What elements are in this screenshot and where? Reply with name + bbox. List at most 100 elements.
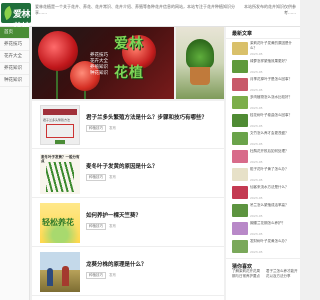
article-thumbnail[interactable] <box>232 42 248 55</box>
article-thumbnail[interactable] <box>232 222 248 235</box>
article-tag[interactable]: 种植技巧 <box>86 223 106 230</box>
article-meta: 种植技巧 发布 <box>86 174 116 181</box>
banner-title: 爱林 花植 <box>114 37 144 81</box>
article-thumbnail[interactable] <box>232 204 248 217</box>
article-item[interactable]: 麦冬叶子发黄？一般分有点 麦冬叶子发黄的原因是什么？ 种植技巧 发布 <box>32 150 224 198</box>
recommend-link[interactable]: 了解茉莉花开花周期与日常养护要点 <box>232 269 262 279</box>
latest-article-date: 2023-05 <box>250 178 263 182</box>
latest-article-title[interactable]: 文竹怎么养才会更茂盛？ <box>250 131 296 142</box>
latest-article-item[interactable]: 杜鹃花开败后如何处理？ 2023-05 <box>232 149 298 165</box>
article-title[interactable]: 龙葵分株的原理是什么？ <box>86 262 147 269</box>
article-thumbnail[interactable]: 轻松养花 <box>40 203 80 243</box>
latest-article-title[interactable]: 桂花树叶子卷曲怎么回事？ <box>250 113 296 124</box>
article-meta-text: 发布 <box>109 273 117 277</box>
latest-article-title[interactable]: 茉莉花叶子发黄的原因是什么？ <box>250 41 296 52</box>
latest-article-date: 2023-05 <box>250 52 263 56</box>
article-tag[interactable]: 种植技巧 <box>86 272 106 279</box>
latest-article-item[interactable]: 吊兰怎么繁殖成活率高？ 2023-05 <box>232 203 298 219</box>
article-thumbnail[interactable] <box>232 150 248 163</box>
article-title[interactable]: 如何养护一棵天竺葵？ <box>86 213 141 220</box>
article-thumbnail[interactable] <box>232 96 248 109</box>
nav-item-encyclopedia[interactable]: 花卉大全 <box>0 51 29 63</box>
article-thumbnail[interactable] <box>232 60 248 73</box>
latest-article-item[interactable]: 月季花掉叶子是怎么回事？ 2023-05 <box>232 77 298 93</box>
article-thumbnail[interactable] <box>232 114 248 127</box>
article-thumbnail[interactable] <box>40 252 80 292</box>
article-thumbnail[interactable] <box>232 78 248 91</box>
latest-article-date: 2023-05 <box>250 160 263 164</box>
stem-decoration <box>56 67 58 99</box>
latest-article-date: 2023-05 <box>250 214 263 218</box>
latest-article-date: 2023-05 <box>250 142 263 146</box>
latest-article-item[interactable]: 桂花树叶子卷曲怎么回事？ 2023-05 <box>232 113 298 129</box>
nav-item-tips[interactable]: 养花技巧 <box>0 39 29 51</box>
article-thumbnail[interactable] <box>232 186 248 199</box>
nav-item-home[interactable]: 首页 <box>0 27 29 39</box>
latest-article-item[interactable]: 茉莉花叶子发黄的原因是什么？ 2023-05 <box>232 41 298 57</box>
nav-item-planting[interactable]: 种花知识 <box>0 75 29 87</box>
thumb-caption: 轻松养花 <box>42 218 74 227</box>
recommend-link[interactable]: 君子兰怎么养才能开花以及方法分享 <box>266 269 298 279</box>
latest-article-item[interactable]: 绿萝怎样繁殖效果更好？ 2023-05 <box>232 59 298 75</box>
banner-title-line2: 花植 <box>114 65 144 81</box>
latest-article-item[interactable]: 文竹怎么养才会更茂盛？ 2023-05 <box>232 131 298 147</box>
latest-article-title[interactable]: 多肉植物怎么浇水比较好？ <box>250 95 296 106</box>
grass-image <box>46 162 74 192</box>
latest-article-date: 2023-05 <box>250 196 263 200</box>
plant-image <box>186 39 214 69</box>
person-figure <box>62 266 69 286</box>
latest-article-date: 2023-05 <box>250 250 263 254</box>
person-figure <box>47 268 53 286</box>
article-item[interactable]: 龙葵分株的原理是什么？ 种植技巧 发布 <box>32 248 224 296</box>
latest-article-title[interactable]: 杜鹃花开败后如何处理？ <box>250 149 296 160</box>
pot-image <box>190 67 210 85</box>
article-thumbnail[interactable] <box>232 168 248 181</box>
article-title[interactable]: 君子兰多头繁殖方法是什么？步骤和技巧有哪些？ <box>86 115 207 122</box>
latest-article-date: 2023-05 <box>250 106 263 110</box>
hero-banner[interactable]: 爱林 花植 养花技巧 花卉大全 养殖知识 种花知识 <box>32 27 174 99</box>
latest-article-date: 2023-05 <box>250 232 263 236</box>
nav-item-knowledge[interactable]: 养花知识 <box>0 63 29 75</box>
thumb-frame <box>46 124 74 138</box>
top-bar: 爱林花植 爱林花植是一个关于花卉、养花、花卉常识、花卉介绍、养殖等各种花卉信息的… <box>0 0 300 33</box>
latest-article-title[interactable]: 绿萝怎样繁殖效果更好？ <box>250 59 296 70</box>
banner-subtitle: 养花技巧 花卉大全 养殖知识 种花知识 <box>90 53 108 76</box>
article-meta-text: 发布 <box>109 126 117 130</box>
banner-title-line1: 爱林 <box>114 36 144 52</box>
latest-article-date: 2023-05 <box>250 88 263 92</box>
right-sidebar: 最新文章 茉莉花叶子发黄的原因是什么？ 2023-05 绿萝怎样繁殖效果更好？ 20… <box>226 27 300 300</box>
latest-article-item[interactable]: 仙客来浇水方法是什么？ 2023-05 <box>232 185 298 201</box>
article-list: 君子兰多头繁殖方法 君子兰多头繁殖方法是什么？步骤和技巧有哪些？ 种植技巧 发布… <box>32 101 224 300</box>
latest-article-item[interactable]: 蝴蝶兰花期怎么养护？ 2023-05 <box>232 221 298 237</box>
latest-article-title[interactable]: 发财树叶子发黄怎么办？ <box>250 239 296 250</box>
thumb-caption: 君子兰多头繁殖方法 <box>43 118 71 122</box>
article-title[interactable]: 麦冬叶子发黄的原因是什么？ <box>86 164 158 171</box>
latest-article-date: 2023-05 <box>250 70 263 74</box>
latest-article-item[interactable]: 发财树叶子发黄怎么办？ 2023-05 <box>232 239 298 255</box>
article-thumbnail[interactable]: 君子兰多头繁殖方法 <box>40 105 80 145</box>
article-thumbnail[interactable]: 麦冬叶子发黄？一般分有点 <box>40 154 80 194</box>
latest-article-title[interactable]: 仙客来浇水方法是什么？ <box>250 185 296 196</box>
rose-image <box>38 31 78 71</box>
article-tag[interactable]: 种植技巧 <box>86 125 106 132</box>
latest-article-date: 2023-05 <box>250 124 263 128</box>
latest-article-title[interactable]: 栀子花叶子黄了怎么办？ <box>250 167 296 178</box>
article-tag[interactable]: 种植技巧 <box>86 174 106 181</box>
latest-article-item[interactable]: 栀子花叶子黄了怎么办？ 2023-05 <box>232 167 298 183</box>
top-right-notice: 本站所发布的花卉知识仅供参考…… <box>244 4 296 15</box>
latest-article-title[interactable]: 吊兰怎么繁殖成活率高？ <box>250 203 296 214</box>
latest-article-item[interactable]: 多肉植物怎么浇水比较好？ 2023-05 <box>232 95 298 111</box>
article-thumbnail[interactable] <box>232 132 248 145</box>
latest-articles-title: 最新文章 <box>226 29 300 39</box>
latest-article-title[interactable]: 蝴蝶兰花期怎么养护？ <box>250 221 296 232</box>
article-item[interactable]: 轻松养花 如何养护一棵天竺葵？ 种植技巧 发布 <box>32 199 224 247</box>
sidebar-nav: 首页 养花技巧 花卉大全 养花知识 种花知识 <box>0 27 30 300</box>
article-thumbnail[interactable] <box>232 240 248 253</box>
site-logo[interactable]: 爱林花植 <box>1 3 31 33</box>
article-item[interactable]: 君子兰多头繁殖方法 君子兰多头繁殖方法是什么？步骤和技巧有哪些？ 种植技巧 发布 <box>32 101 224 149</box>
article-meta: 种植技巧 发布 <box>86 223 116 230</box>
side-banner-image[interactable] <box>176 27 224 99</box>
latest-article-title[interactable]: 月季花掉叶子是怎么回事？ <box>250 77 296 88</box>
thumb-header-bar <box>43 109 77 115</box>
article-meta-text: 发布 <box>109 175 117 179</box>
